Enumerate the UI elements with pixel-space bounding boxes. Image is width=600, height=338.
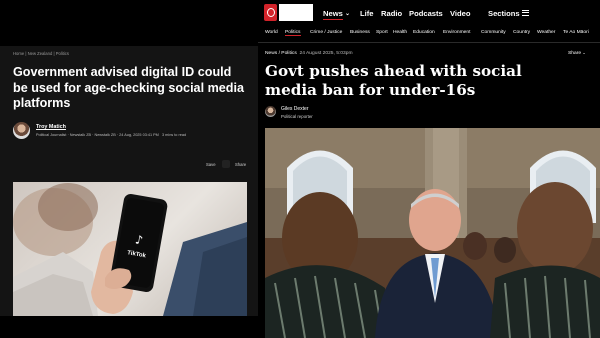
- breadcrumb: News / Politics 24 August 2025, 5:03pm: [265, 51, 353, 56]
- hamburger-icon[interactable]: [522, 10, 529, 16]
- phone-photo-illustration: ♪ TikTok: [13, 183, 247, 316]
- publish-date: 24 August 2025, 5:03pm: [299, 51, 353, 56]
- author-role: Political Journalist · Newstalk ZB · New…: [36, 133, 116, 137]
- chevron-down-icon[interactable]: ⌄: [345, 10, 350, 17]
- divider: [222, 160, 230, 168]
- page-title: Government advised digital ID could be u…: [13, 65, 244, 111]
- breadcrumb-home[interactable]: Home: [13, 51, 24, 56]
- left-article-panel: Home | New Zealand | Politics Government…: [0, 0, 258, 338]
- article-meta: Political Journalist · Newstalk ZB · New…: [36, 133, 186, 137]
- article-actions: Save Share: [190, 160, 250, 170]
- subnav-item-community[interactable]: Community: [481, 30, 506, 35]
- author-name-link[interactable]: Giles Dexter: [281, 106, 309, 112]
- breadcrumb-politics[interactable]: Politics: [56, 51, 69, 56]
- nav-item-radio[interactable]: Radio: [381, 9, 402, 18]
- subnav-item-weather[interactable]: Weather: [537, 30, 555, 35]
- breadcrumb: Home | New Zealand | Politics: [13, 51, 69, 56]
- subnav-item-te-ao-maori[interactable]: Te Ao Māori: [563, 30, 589, 35]
- right-article-panel: News ⌄ Life Radio Podcasts Video Section…: [258, 0, 600, 338]
- nav-item-podcasts[interactable]: Podcasts: [409, 9, 443, 18]
- subnav-item-politics[interactable]: Politics: [285, 30, 301, 36]
- article-photo: ♪ TikTok: [13, 182, 247, 316]
- publish-time: · 24 Aug, 2025 03:41 PM: [116, 133, 159, 137]
- subnav-item-health[interactable]: Health: [393, 30, 407, 35]
- logo-placeholder: [279, 4, 313, 21]
- nav-item-news[interactable]: News: [323, 9, 343, 20]
- share-button[interactable]: Share ⌄: [568, 50, 586, 56]
- author-role: Political reporter: [281, 114, 313, 119]
- divider: [258, 42, 600, 43]
- share-button[interactable]: Share: [235, 162, 246, 167]
- article-photo: [265, 128, 600, 338]
- save-button[interactable]: Save: [206, 162, 216, 167]
- author-name-link[interactable]: Troy Matich: [36, 124, 66, 130]
- press-photo-illustration: [265, 128, 600, 338]
- chevron-down-icon: ⌄: [582, 50, 586, 55]
- nav-item-life[interactable]: Life: [360, 9, 374, 18]
- nav-item-video[interactable]: Video: [450, 9, 471, 18]
- subnav-item-world[interactable]: World: [265, 30, 278, 35]
- subnav-item-environment[interactable]: Environment: [443, 30, 470, 35]
- author-avatar[interactable]: [13, 122, 30, 139]
- section-subnav: World Politics Crime / Justice Business …: [258, 28, 600, 40]
- subnav-item-business[interactable]: Business: [350, 30, 370, 35]
- subnav-item-education[interactable]: Education: [413, 30, 435, 35]
- subnav-item-country[interactable]: Country: [513, 30, 530, 35]
- sections-menu-button[interactable]: Sections: [488, 9, 520, 18]
- subnav-item-crime-justice[interactable]: Crime / Justice: [310, 30, 342, 35]
- page-title: Govt pushes ahead with social media ban …: [265, 62, 522, 99]
- breadcrumb-news-politics[interactable]: News / Politics: [265, 51, 297, 56]
- author-avatar[interactable]: [265, 106, 276, 117]
- rnz-logo-icon[interactable]: [264, 4, 277, 21]
- read-time: 3 mins to read: [162, 133, 187, 137]
- breadcrumb-new-zealand[interactable]: New Zealand: [28, 51, 53, 56]
- top-navigation-bar: News ⌄ Life Radio Podcasts Video Section…: [258, 0, 600, 26]
- subnav-item-sport[interactable]: Sport: [376, 30, 388, 35]
